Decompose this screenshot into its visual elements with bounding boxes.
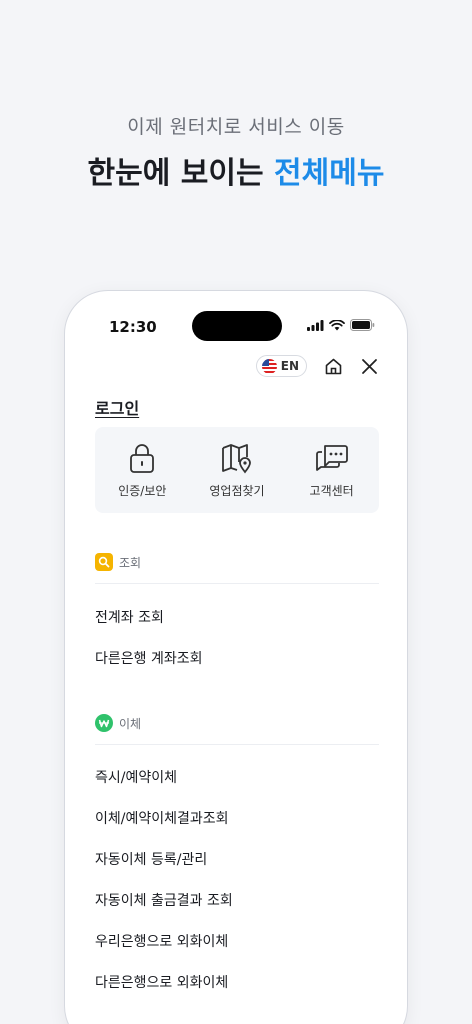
promo-title-accent: 전체메뉴 [274,156,385,191]
promo-title-prefix: 한눈에 보이는 [87,156,275,191]
wifi-icon [329,319,345,330]
phone-frame: 12:30 EN 로그인 인증/보안 영업점찾기 고객센터 조회 전계좌 조회 … [64,290,408,1024]
quick-label-branch-finder: 영업점찾기 [209,483,265,498]
menu-item-fx-transfer-other[interactable]: 다른은행으로 외화이체 [95,972,228,992]
quick-item-branch-finder[interactable]: 영업점찾기 [197,442,277,499]
map-pin-icon [222,443,251,473]
section-transfer-header: 이체 [95,712,379,734]
language-button[interactable]: EN [255,355,307,377]
menu-item-instant-transfer[interactable]: 즉시/예약이체 [95,767,177,787]
status-icons [307,319,375,331]
dynamic-island [192,311,282,341]
login-link[interactable]: 로그인 [95,395,139,419]
menu-item-all-accounts[interactable]: 전계좌 조회 [95,607,164,627]
promo-title: 한눈에 보이는 전체메뉴 [0,148,472,192]
signal-icon [307,319,324,331]
quick-menu: 인증/보안 영업점찾기 고객센터 [95,427,379,513]
quick-label-customer-center: 고객센터 [309,483,354,498]
menu-item-fx-transfer-woori[interactable]: 우리은행으로 외화이체 [95,931,228,951]
close-icon[interactable] [359,356,379,376]
lock-icon [130,443,155,473]
section-transfer-title: 이체 [119,716,142,731]
status-time: 12:30 [109,318,157,336]
top-actions: EN [255,355,379,377]
section-divider [95,583,379,584]
battery-icon [350,319,375,331]
menu-item-transfer-results[interactable]: 이체/예약이체결과조회 [95,808,229,828]
quick-item-security[interactable]: 인증/보안 [102,442,182,499]
menu-item-auto-transfer-results[interactable]: 자동이체 출금결과 조회 [95,890,233,910]
won-icon [95,714,113,732]
section-inquiry-title: 조회 [119,555,142,570]
language-label: EN [280,359,299,373]
menu-item-auto-transfer-manage[interactable]: 자동이체 등록/관리 [95,849,207,869]
chat-bubbles-icon [315,444,348,471]
home-icon[interactable] [323,356,343,376]
search-icon [95,553,113,571]
promo-subtitle: 이제 원터치로 서비스 이동 [127,116,345,138]
section-inquiry-header: 조회 [95,551,379,573]
us-flag-icon [261,358,277,374]
quick-item-customer-center[interactable]: 고객센터 [292,442,372,499]
section-divider [95,744,379,745]
menu-item-other-bank-accounts[interactable]: 다른은행 계좌조회 [95,648,203,668]
quick-label-security: 인증/보안 [118,483,167,498]
